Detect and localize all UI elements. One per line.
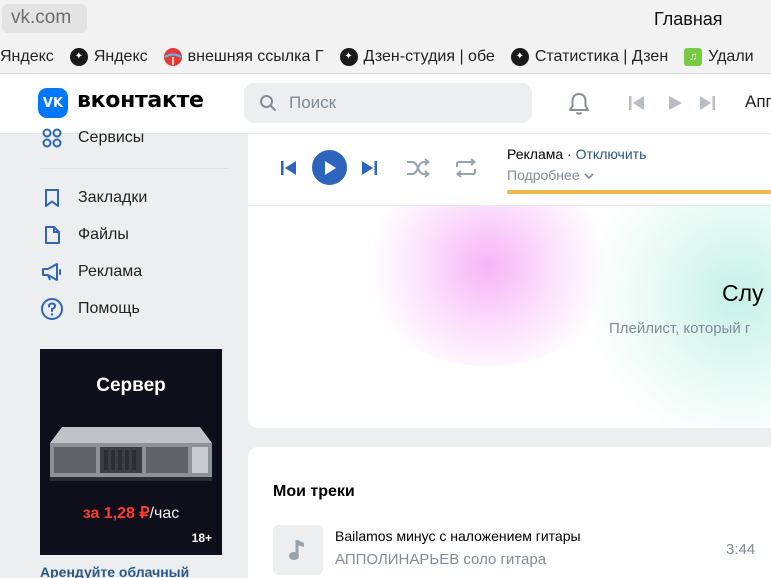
ad-progress-bar — [507, 190, 771, 194]
services-icon — [40, 126, 64, 150]
ad-label: Реклама · — [507, 146, 572, 162]
sidebar-item-ads[interactable]: Реклама — [40, 257, 142, 287]
bookmark-label: Дзен-студия | обе — [363, 47, 495, 65]
sidebar-item-label: Закладки — [78, 189, 148, 206]
next-track-icon[interactable] — [360, 160, 378, 176]
vk-logo-icon[interactable]: VK — [38, 88, 68, 118]
bookmark-item[interactable]: ✦ Дзен-студия | обе — [339, 47, 495, 66]
decorative-blob — [358, 206, 618, 366]
address-bar[interactable]: vk.com — [2, 4, 87, 33]
age-rating-badge: 18+ — [191, 531, 212, 545]
play-button[interactable] — [312, 150, 347, 185]
track-title[interactable]: Bailamos минус с наложением гитары — [335, 528, 581, 544]
yandex-star-icon: ✦ — [69, 47, 88, 66]
playlist-hero-card[interactable]: Слу Плейлист, который г — [248, 206, 771, 428]
disable-ad-link[interactable]: Отключить — [576, 146, 647, 162]
header-next-icon[interactable] — [698, 95, 716, 111]
sidebar-item-files[interactable]: Файлы — [40, 220, 129, 250]
bookmark-item[interactable]: Яндекс — [0, 48, 54, 66]
sidebar-item-label: Сервисы — [78, 129, 145, 146]
shuffle-icon[interactable] — [405, 157, 431, 179]
ad-price-accent: за 1,28 ₽ — [82, 505, 150, 522]
more-label: Подробнее — [507, 167, 580, 183]
bookmark-icon — [40, 186, 64, 210]
vk-logo-text[interactable]: вконтакте — [77, 88, 204, 113]
music-icon: ♫ — [684, 47, 703, 66]
header-play-icon[interactable] — [667, 95, 683, 111]
bookmark-item[interactable]: ♫ Удали — [684, 47, 754, 66]
bookmark-label: Яндекс — [93, 47, 148, 65]
player-ad-label: Реклама · Отключить — [507, 146, 646, 162]
ad-price-rest: /час — [149, 505, 180, 522]
sidebar-item-label: Помощь — [78, 300, 140, 317]
more-details-dropdown[interactable]: Подробнее — [507, 167, 594, 183]
sidebar-item-help[interactable]: Помощь — [40, 294, 140, 324]
ad-caption-link[interactable]: Арендуйте облачный — [40, 564, 189, 578]
sidebar-item-label: Файлы — [78, 226, 129, 243]
sidebar-item-label: Реклама — [78, 263, 143, 280]
sidebar-item-services[interactable]: Сервисы — [40, 123, 144, 153]
browser-top-bar: vk.com Главная — [0, 0, 771, 40]
tab-title[interactable]: Главная — [654, 9, 723, 30]
decorative-blob — [588, 206, 771, 428]
search-input[interactable]: Поиск — [244, 83, 532, 123]
bookmark-label: Удали — [708, 47, 754, 65]
bookmark-label: внешняя ссылка Г — [187, 47, 324, 65]
bookmark-item[interactable]: внешняя ссылка Г — [163, 47, 324, 66]
bell-icon[interactable] — [566, 91, 592, 117]
ad-price: за 1,28 ₽/час — [40, 503, 222, 523]
bookmark-item[interactable]: ✦ Статистика | Дзен — [510, 47, 669, 66]
previous-track-icon[interactable] — [280, 160, 298, 176]
track-artist[interactable]: АППОЛИНАРЬЕВ соло гитара — [335, 551, 546, 568]
file-icon — [40, 223, 64, 247]
chevron-down-icon — [583, 173, 594, 180]
zen-icon: ✦ — [510, 47, 529, 66]
search-placeholder: Поиск — [289, 93, 337, 112]
megaphone-icon — [40, 260, 64, 284]
section-title: Мои треки — [273, 483, 355, 500]
track-cover[interactable] — [273, 525, 323, 575]
header-app-label[interactable]: Апп — [745, 92, 771, 112]
ad-title: Сервер — [96, 375, 166, 396]
globe-icon — [163, 47, 182, 66]
music-note-icon — [289, 540, 304, 560]
sidebar-ad-banner[interactable]: Сервер за 1,28 ₽/час 18+ — [40, 349, 222, 555]
bookmark-label: Статистика | Дзен — [534, 47, 669, 65]
hero-subtitle: Плейлист, который г — [609, 320, 751, 337]
my-tracks-section: Мои треки Bailamos минус с наложением ги… — [248, 447, 771, 578]
server-image — [50, 427, 212, 481]
zen-icon: ✦ — [339, 47, 358, 66]
hero-title: Слу — [722, 280, 764, 306]
track-duration: 3:44 — [726, 541, 756, 558]
search-icon — [260, 95, 276, 111]
track-row[interactable]: Bailamos минус с наложением гитары АППОЛ… — [248, 525, 771, 578]
bookmark-item[interactable]: ✦ Яндекс — [69, 47, 148, 66]
sidebar-item-bookmarks[interactable]: Закладки — [40, 183, 147, 213]
repeat-icon[interactable] — [453, 157, 479, 179]
bookmarks-bar: Яндекс ✦ Яндекс внешняя ссылка Г ✦ Дзен-… — [0, 40, 771, 74]
bookmark-label: Яндекс — [0, 47, 54, 65]
header-prev-icon[interactable] — [628, 95, 646, 111]
help-icon — [40, 297, 64, 321]
audio-player: Реклама · Отключить Подробнее — [248, 134, 771, 206]
play-icon — [324, 160, 336, 175]
sidebar-divider — [40, 168, 228, 169]
